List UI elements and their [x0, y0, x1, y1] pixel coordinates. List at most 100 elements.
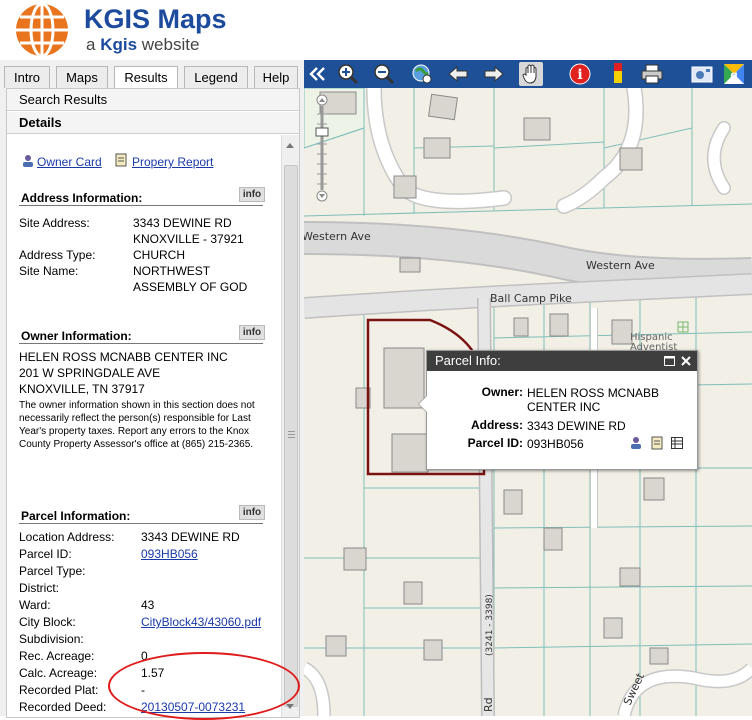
- divider: [19, 523, 263, 524]
- owner-street: 201 W SPRINGDALE AVE: [19, 366, 161, 380]
- grip-line: [288, 437, 295, 438]
- recorded-plat-label: Recorded Plat:: [19, 683, 99, 697]
- owner-label: Owner:: [481, 385, 523, 399]
- zoom-in-icon[interactable]: [336, 62, 360, 86]
- scroll-thumb[interactable]: [284, 165, 298, 707]
- location-address-label: Location Address:: [19, 530, 115, 544]
- ward-label: Ward:: [19, 598, 51, 612]
- owner-value-2: CENTER INC: [527, 400, 601, 414]
- zoom-slider[interactable]: [314, 94, 330, 202]
- tab-strip: Intro Maps Results Legend Help: [0, 66, 304, 89]
- property-report-link[interactable]: Propery Report: [132, 155, 213, 169]
- owner-card-icon[interactable]: [21, 154, 35, 168]
- identify-icon[interactable]: i: [568, 62, 592, 86]
- photo-icon[interactable]: [690, 62, 714, 86]
- parcel-info-button[interactable]: info: [239, 505, 265, 520]
- divider: [19, 205, 263, 206]
- maximize-icon[interactable]: [664, 356, 675, 366]
- subdivision-label: Subdivision:: [19, 632, 84, 646]
- subtitle-suffix: website: [141, 35, 200, 54]
- zoom-out-icon[interactable]: [372, 62, 396, 86]
- collapse-icon[interactable]: [306, 62, 330, 86]
- popup-title: Parcel Info:: [435, 353, 501, 368]
- owner-info-title: Owner Information:: [21, 329, 132, 343]
- forward-icon[interactable]: [482, 62, 506, 86]
- site-name-label: Site Name:: [19, 264, 79, 278]
- district-label: District:: [19, 581, 59, 595]
- grip-line: [288, 434, 295, 435]
- table-icon[interactable]: [671, 437, 683, 449]
- results-panel: Search Results Details Owner Card Proper…: [6, 88, 300, 718]
- recorded-deed-label: Recorded Deed:: [19, 700, 107, 714]
- city-block-link[interactable]: CityBlock43/43060.pdf: [141, 614, 261, 630]
- scroll-up-icon[interactable]: [286, 143, 294, 148]
- rec-acreage-value: 0: [141, 649, 148, 663]
- address-type-value: CHURCH: [133, 248, 185, 262]
- full-extent-icon[interactable]: [410, 62, 434, 86]
- search-results-header[interactable]: Search Results: [7, 89, 299, 111]
- recorded-plat-value: -: [141, 683, 145, 697]
- owner-value: HELEN ROSS MCNABB: [527, 386, 660, 400]
- ward-value: 43: [141, 598, 155, 612]
- property-report-icon[interactable]: [115, 153, 127, 167]
- svg-text:g: g: [730, 68, 737, 82]
- street-label: Ball Camp Pike: [490, 292, 572, 305]
- scroll-down-icon[interactable]: [286, 704, 294, 709]
- owner-info-button[interactable]: info: [239, 325, 265, 340]
- tab-results[interactable]: Results: [114, 66, 178, 89]
- header: KGIS Maps a Kgis website: [0, 0, 752, 60]
- map-toolbar: i g: [304, 60, 752, 89]
- site-name-value: NORTHWEST: [133, 264, 211, 278]
- details-content: Owner Card Propery Report Address Inform…: [7, 135, 281, 717]
- highlight-icon[interactable]: [606, 62, 630, 86]
- recorded-deed-link[interactable]: 20130507-0073231: [141, 699, 245, 715]
- parcel-info-popup: Parcel Info: Owner: HELEN ROSS MCNABB CE…: [418, 350, 698, 470]
- globe-logo-icon: [16, 2, 68, 58]
- site-name-value-2: ASSEMBLY OF GOD: [133, 280, 248, 294]
- street-label: Western Ave: [586, 259, 655, 272]
- owner-card-link[interactable]: Owner Card: [37, 155, 102, 169]
- parcel-id-link[interactable]: 093HB056: [141, 546, 198, 562]
- app-title: KGIS Maps: [84, 4, 227, 34]
- tab-intro[interactable]: Intro: [4, 66, 50, 88]
- print-icon[interactable]: [640, 62, 664, 86]
- subtitle-brand: Kgis: [100, 35, 138, 54]
- pan-icon[interactable]: [519, 62, 543, 86]
- popup-pointer-inner: [419, 396, 427, 412]
- divider: [19, 343, 263, 344]
- property-report-icon[interactable]: [651, 436, 663, 450]
- details-scrollbar[interactable]: [281, 135, 299, 717]
- address-info-button[interactable]: info: [239, 187, 265, 202]
- owner-disclaimer: The owner information shown in this sect…: [19, 400, 255, 450]
- tab-help[interactable]: Help: [254, 66, 298, 88]
- popup-header: Parcel Info:: [427, 351, 697, 371]
- details-header[interactable]: Details: [7, 112, 299, 134]
- address-value: 3343 DEWINE RD: [527, 419, 626, 433]
- rec-acreage-label: Rec. Acreage:: [19, 649, 95, 663]
- app-subtitle: a Kgis website: [86, 35, 199, 55]
- site-address-value: 3343 DEWINE RD: [133, 216, 232, 230]
- parcel-info-title: Parcel Information:: [21, 509, 131, 523]
- owner-name: HELEN ROSS MCNABB CENTER INC: [19, 350, 228, 364]
- parcel-id-label: Parcel ID:: [467, 436, 523, 450]
- owner-city: KNOXVILLE, TN 37917: [19, 382, 145, 396]
- close-icon[interactable]: [681, 356, 691, 366]
- subtitle-prefix: a: [86, 35, 96, 54]
- grip-line: [288, 431, 295, 432]
- location-address-value: 3343 DEWINE RD: [141, 530, 240, 544]
- owner-card-icon[interactable]: [629, 436, 643, 450]
- left-panel: Intro Maps Results Legend Help Search Re…: [0, 60, 305, 720]
- tab-maps[interactable]: Maps: [56, 66, 108, 88]
- parcel-type-label: Parcel Type:: [19, 564, 86, 578]
- back-icon[interactable]: [446, 62, 470, 86]
- address-type-label: Address Type:: [19, 248, 96, 262]
- street-label: Western Ave: [304, 230, 371, 243]
- google-maps-icon[interactable]: g: [722, 62, 746, 86]
- tab-legend[interactable]: Legend: [184, 66, 248, 88]
- calc-acreage-value: 1.57: [141, 666, 165, 680]
- city-block-label: City Block:: [19, 615, 76, 629]
- street-label: (3241 - 3398): [485, 594, 495, 656]
- calc-acreage-label: Calc. Acreage:: [19, 666, 98, 680]
- svg-text:i: i: [577, 67, 582, 83]
- address-label: Address:: [470, 418, 523, 432]
